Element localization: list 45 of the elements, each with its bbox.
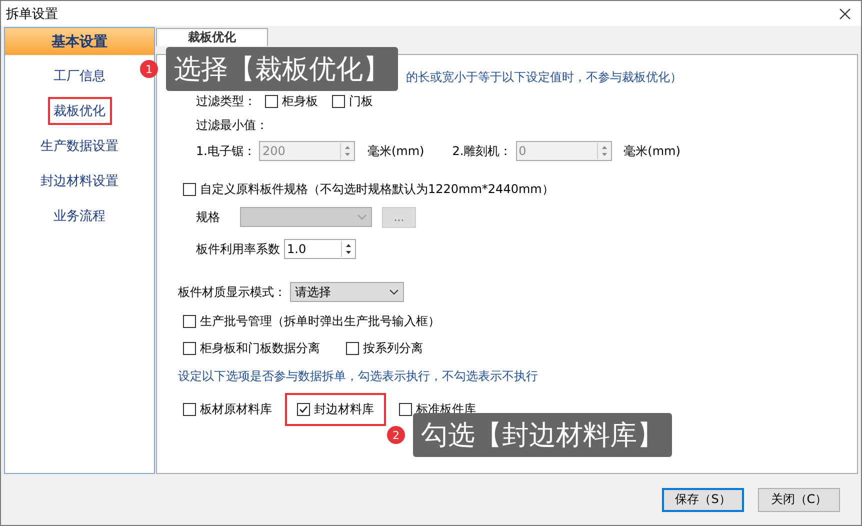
checkbox[interactable]: [297, 402, 310, 416]
number-field[interactable]: 1.0: [284, 239, 356, 259]
sidebar-item[interactable]: 生产数据设置: [34, 132, 124, 160]
checkbox[interactable]: [399, 402, 412, 416]
sidebar-item[interactable]: 裁板优化: [48, 97, 112, 125]
callout-tooltip: 选择【裁板优化】: [166, 47, 398, 91]
checkbox-label: 柜身板和门板数据分离: [200, 340, 320, 356]
chevron-icon: [389, 289, 399, 295]
checkbox-label: 柜身板: [282, 92, 318, 110]
unit-label: 毫米(mm): [624, 142, 680, 160]
filter-min-label: 过滤最小值：: [196, 116, 268, 134]
sidebar-item[interactable]: 业务流程: [48, 202, 112, 230]
checkbox-label: 按系列分离: [363, 340, 423, 356]
checkbox[interactable]: [265, 94, 278, 108]
window-title: 拆单设置: [6, 6, 58, 22]
checkbox-label: 门板: [349, 92, 373, 110]
checkbox-label: 生产批号管理（拆单时弹出生产批号输入框）: [200, 312, 440, 330]
checkbox[interactable]: [183, 402, 196, 416]
checkbox[interactable]: [183, 182, 196, 196]
filter-type-label: 过滤类型：: [196, 92, 256, 110]
material-dropdown[interactable]: 请选择: [290, 282, 404, 302]
checkbox[interactable]: [183, 314, 196, 328]
ratio-label: 板件利用率系数: [196, 240, 280, 258]
sidebar-item[interactable]: 封边材料设置: [34, 167, 124, 195]
field-label: 1.电子锯：: [196, 142, 256, 160]
dialog-button[interactable]: 保存（S）: [662, 488, 744, 512]
dialog-button[interactable]: 关闭（C）: [758, 488, 840, 512]
sidebar-header: 基本设置: [5, 28, 154, 55]
filter-note: 的长或宽小于等于以下设定值时，不参与裁板优化）: [406, 68, 682, 86]
libraries-note: 设定以下选项是否参与数据拆单，勾选表示执行，不勾选表示不执行: [178, 368, 538, 384]
checkbox-label: 板材原材料库: [200, 400, 272, 418]
callout-tooltip: 勾选【封边材料库】: [413, 413, 672, 457]
close-icon[interactable]: [837, 6, 853, 22]
material-mode-label: 板件材质显示模式：: [178, 284, 286, 300]
chevron-icon: [357, 214, 367, 220]
field-label: 2.雕刻机：: [452, 142, 512, 160]
sidebar-item[interactable]: 工厂信息: [48, 62, 112, 90]
checkbox[interactable]: [183, 342, 196, 354]
checkbox-label: 封边材料库: [314, 400, 374, 418]
checkbox[interactable]: [346, 342, 359, 354]
unit-label: 毫米(mm): [367, 142, 424, 160]
tab[interactable]: 裁板优化: [156, 28, 268, 46]
checkbox-label: 自定义原料板件规格（不勾选时规格默认为1220mm*2440mm）: [200, 180, 554, 198]
checkbox[interactable]: [332, 94, 345, 108]
spec-label: 规格: [196, 208, 220, 226]
